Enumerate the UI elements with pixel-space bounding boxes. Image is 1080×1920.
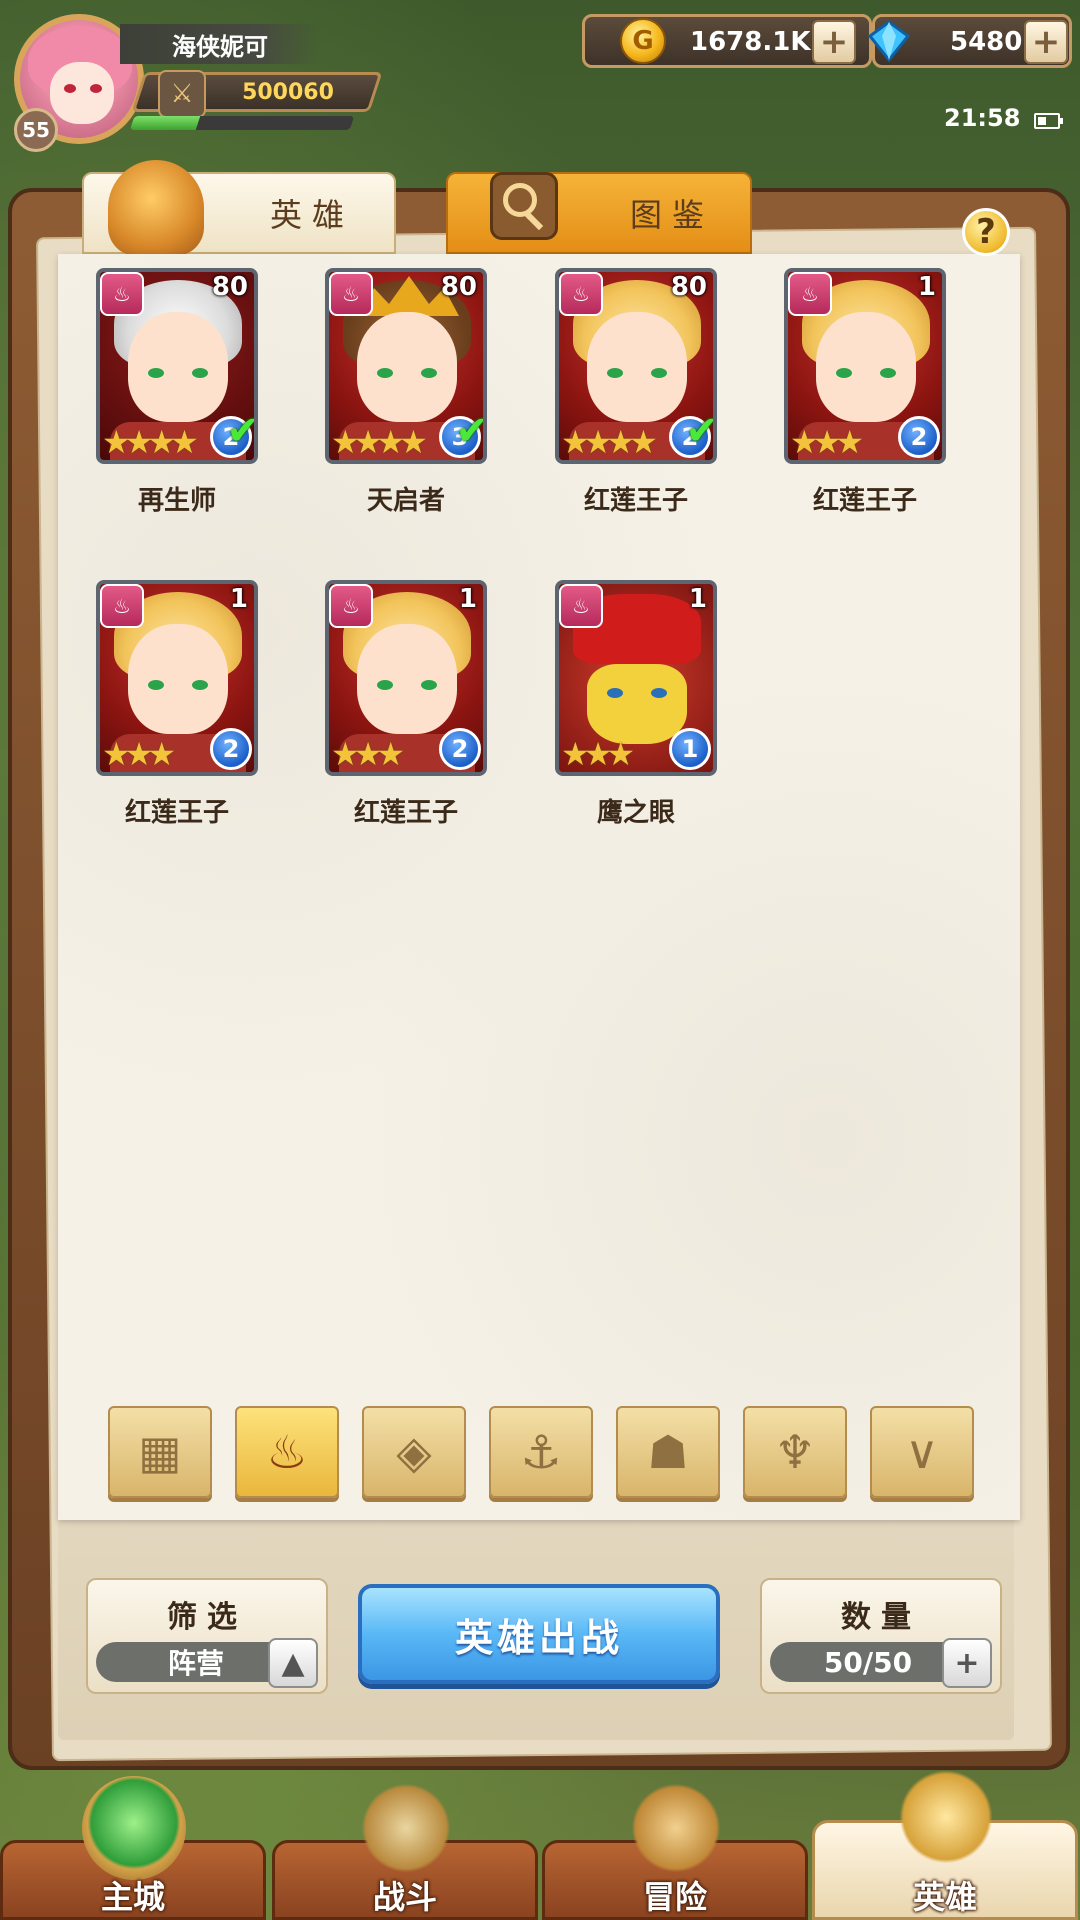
filter-panel: 筛选 阵营 ▲ bbox=[86, 1578, 328, 1694]
hero-name: 红莲王子 bbox=[583, 486, 688, 516]
experience-bar bbox=[129, 116, 355, 130]
hero-card[interactable]: ♨ 80 ★★★★ 2 ✔ bbox=[96, 268, 258, 464]
grid-icon: ▦ bbox=[138, 1425, 182, 1479]
chevron-up-icon: ▲ bbox=[281, 1645, 305, 1681]
hero-level: 1 bbox=[458, 584, 477, 614]
tab-codex-label: 图鉴 bbox=[630, 196, 715, 234]
gold-coin-icon: G bbox=[620, 18, 666, 64]
plus-icon: + bbox=[954, 1645, 980, 1681]
gold-value: 1678.1K bbox=[690, 27, 811, 57]
deploy-heroes-button[interactable]: 英雄出战 bbox=[358, 1584, 720, 1684]
diamond-faction-icon: ◈ bbox=[396, 1425, 432, 1479]
knight-helmet-icon bbox=[108, 160, 204, 256]
check-icon: ✔ bbox=[685, 408, 717, 454]
hero-card[interactable]: ♨ 1 ★★★ 2 bbox=[96, 580, 258, 776]
filter-wing-button[interactable]: ∨ bbox=[870, 1406, 974, 1498]
tab-heroes-label: 英雄 bbox=[270, 196, 355, 234]
flame-faction-icon: ♨ bbox=[788, 272, 832, 316]
hero-stars: ★★★★ bbox=[331, 423, 428, 461]
tab-heroes[interactable]: 英雄 bbox=[82, 160, 396, 256]
hero-stars: ★★★★ bbox=[561, 423, 658, 461]
hero-level: 1 bbox=[229, 584, 248, 614]
nav-battle-label: 战斗 bbox=[372, 1878, 437, 1916]
hero-rank-badge: 1 bbox=[669, 728, 711, 770]
hero-card[interactable]: ♨ 1 ★★★ 2 bbox=[325, 580, 487, 776]
count-panel: 数量 50/50 + bbox=[760, 1578, 1002, 1694]
hero-name: 天启者 bbox=[366, 486, 445, 516]
nav-heroes-label: 英雄 bbox=[912, 1878, 977, 1916]
gem-value: 5480 bbox=[950, 27, 1023, 57]
flame-faction-icon: ♨ bbox=[329, 272, 373, 316]
filter-value: 阵营 bbox=[96, 1642, 296, 1682]
hero-name: 红莲王子 bbox=[353, 798, 458, 828]
diamond-gem-icon bbox=[867, 20, 911, 63]
hero-name: 鹰之眼 bbox=[596, 798, 675, 828]
battery-icon bbox=[1034, 113, 1063, 129]
filter-horned-button[interactable]: ♆ bbox=[743, 1406, 847, 1498]
flame-faction-icon: ♨ bbox=[100, 584, 144, 628]
flame-faction-icon: ♨ bbox=[559, 584, 603, 628]
hero-level: 1 bbox=[917, 272, 936, 302]
add-gems-button[interactable]: + bbox=[1024, 20, 1068, 64]
wing-faction-icon: ∨ bbox=[905, 1425, 939, 1479]
filter-toggle-button[interactable]: ▲ bbox=[268, 1638, 318, 1688]
filter-diamond-button[interactable]: ◈ bbox=[362, 1406, 466, 1498]
check-icon: ✔ bbox=[226, 408, 258, 454]
flame-faction-icon: ♨ bbox=[100, 272, 144, 316]
hero-rank-badge: 2 bbox=[439, 728, 481, 770]
hero-stars: ★★★ bbox=[561, 735, 635, 773]
nav-adventure-label: 冒险 bbox=[642, 1878, 707, 1916]
player-name: 海侠妮可 bbox=[120, 24, 320, 64]
filter-flame-button[interactable]: ♨ bbox=[235, 1406, 339, 1498]
hero-card[interactable]: ♨ 80 ★★★★ 2 ✔ bbox=[555, 268, 717, 464]
hero-name: 红莲王子 bbox=[812, 486, 917, 516]
filter-anchor-button[interactable]: ⚓ bbox=[489, 1406, 593, 1498]
filter-title: 筛选 bbox=[167, 1600, 247, 1635]
flame-faction-icon: ♨ bbox=[559, 272, 603, 316]
anchor-faction-icon: ⚓ bbox=[520, 1425, 562, 1479]
beast-faction-icon: ☗ bbox=[647, 1425, 689, 1479]
power-value: 500060 bbox=[242, 79, 334, 105]
crossed-swords-icon: ⚔ bbox=[158, 70, 206, 118]
add-gold-button[interactable]: + bbox=[812, 20, 856, 64]
tab-codex[interactable]: 图鉴 bbox=[446, 172, 752, 254]
expand-capacity-button[interactable]: + bbox=[942, 1638, 992, 1688]
hero-card[interactable]: ♨ 1 ★★★ 1 bbox=[555, 580, 717, 776]
filter-beast-button[interactable]: ☗ bbox=[616, 1406, 720, 1498]
hero-name: 红莲王子 bbox=[124, 798, 229, 828]
flame-faction-icon: ♨ bbox=[266, 1425, 308, 1479]
helmet-icon bbox=[894, 1770, 998, 1874]
hero-count: 50/50 bbox=[770, 1642, 966, 1682]
nav-main-city-label: 主城 bbox=[100, 1878, 165, 1916]
player-level-badge: 55 bbox=[14, 108, 58, 152]
crossed-swords-icon bbox=[354, 1776, 458, 1880]
horned-faction-icon: ♆ bbox=[774, 1425, 816, 1479]
check-icon: ✔ bbox=[455, 408, 487, 454]
hero-stars: ★★★ bbox=[331, 735, 405, 773]
hero-stars: ★★★ bbox=[790, 423, 864, 461]
hero-name: 再生师 bbox=[137, 486, 216, 516]
castle-icon bbox=[82, 1776, 186, 1880]
hero-level: 80 bbox=[440, 272, 477, 302]
hero-stars: ★★★★ bbox=[102, 423, 199, 461]
help-question-icon[interactable]: ? bbox=[962, 208, 1010, 256]
count-title: 数量 bbox=[841, 1600, 921, 1635]
treasure-map-icon bbox=[624, 1776, 728, 1880]
hero-level: 1 bbox=[688, 584, 707, 614]
hero-stars: ★★★ bbox=[102, 735, 176, 773]
hero-card[interactable]: ♨ 1 ★★★ 2 bbox=[784, 268, 946, 464]
magnifier-icon bbox=[490, 172, 558, 240]
flame-faction-icon: ♨ bbox=[329, 584, 373, 628]
hero-level: 80 bbox=[211, 272, 248, 302]
clock: 21:58 bbox=[944, 104, 1021, 132]
hero-level: 80 bbox=[670, 272, 707, 302]
hero-card[interactable]: ♨ 80 ★★★★ 3 ✔ bbox=[325, 268, 487, 464]
hero-rank-badge: 2 bbox=[898, 416, 940, 458]
hero-rank-badge: 2 bbox=[210, 728, 252, 770]
filter-all-button[interactable]: ▦ bbox=[108, 1406, 212, 1498]
